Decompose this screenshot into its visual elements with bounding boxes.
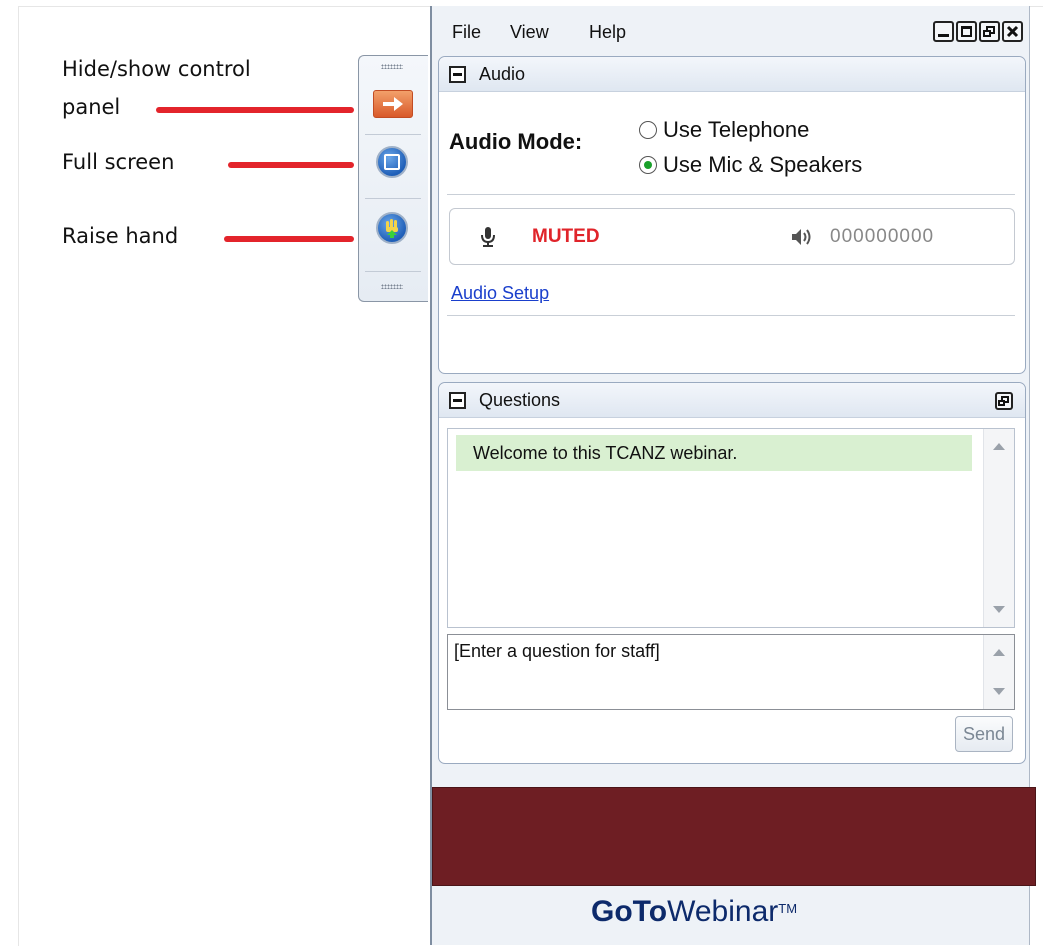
redacted-block (432, 787, 1036, 886)
scroll-down-icon[interactable] (993, 606, 1005, 613)
annotation-pointer-line (224, 236, 354, 242)
scroll-up-icon[interactable] (993, 443, 1005, 450)
logo-goto: GoTo (591, 895, 668, 928)
maximize-icon[interactable] (956, 21, 977, 42)
list-item: Welcome to this TCANZ webinar. (456, 435, 972, 471)
divider (365, 271, 421, 272)
annotation-hide-show-line1: Hide/show control (62, 57, 251, 81)
divider (447, 315, 1015, 316)
questions-panel-header: Questions (439, 383, 1025, 418)
menu-bar: File View Help (432, 6, 1029, 56)
questions-log[interactable]: Welcome to this TCANZ webinar. (447, 428, 1015, 628)
divider (365, 198, 421, 199)
menu-file[interactable]: File (452, 22, 481, 43)
use-telephone-label: Use Telephone (663, 117, 810, 142)
menu-view[interactable]: View (510, 22, 549, 43)
send-button[interactable]: Send (955, 716, 1013, 752)
use-telephone-radio[interactable]: Use Telephone (639, 117, 809, 143)
menu-help[interactable]: Help (589, 22, 626, 43)
raise-hand-icon (376, 212, 408, 244)
divider (365, 134, 421, 135)
popout-icon[interactable] (979, 21, 1000, 42)
logo-tm: TM (778, 901, 798, 916)
annotation-raise-hand: Raise hand (62, 224, 179, 248)
annotation-full-screen: Full screen (62, 150, 175, 174)
questions-panel: Questions Welcome to this TCANZ webinar.… (438, 382, 1026, 764)
use-mic-speakers-radio[interactable]: Use Mic & Speakers (639, 152, 862, 178)
raise-hand-button[interactable] (365, 206, 419, 250)
question-input-box (447, 634, 1015, 710)
radio-unselected-icon (639, 121, 657, 139)
full-screen-icon (376, 146, 408, 178)
collapse-icon[interactable] (449, 392, 466, 409)
use-mic-speakers-label: Use Mic & Speakers (663, 152, 863, 177)
full-screen-button[interactable] (365, 140, 419, 184)
scrollbar[interactable] (983, 635, 1014, 709)
speaker-icon[interactable] (790, 227, 814, 247)
hide-show-panel-button[interactable] (365, 82, 423, 126)
question-input[interactable] (448, 635, 984, 709)
window-controls (933, 21, 1023, 42)
minimize-icon[interactable] (933, 21, 954, 42)
mute-status: MUTED (532, 226, 600, 247)
scroll-up-icon[interactable] (993, 649, 1005, 656)
annotation-hide-show-line2: panel (62, 95, 121, 119)
close-icon[interactable] (1002, 21, 1023, 42)
audio-panel-header: Audio (439, 57, 1025, 92)
audio-setup-link[interactable]: Audio Setup (451, 283, 549, 304)
annotation-pointer-line (156, 107, 354, 113)
questions-panel-title: Questions (479, 390, 561, 410)
audio-panel: Audio Audio Mode: Use Telephone Use Mic … (438, 56, 1026, 374)
popout-icon[interactable] (995, 392, 1013, 410)
drag-grip-bottom[interactable] (381, 284, 403, 289)
microphone-icon[interactable] (480, 226, 496, 248)
logo-webinar: Webinar (667, 895, 779, 928)
divider (447, 194, 1015, 195)
drag-grip-top[interactable] (381, 64, 403, 69)
audio-mode-label: Audio Mode: (449, 129, 583, 154)
radio-selected-icon (639, 156, 657, 174)
audio-level-digits: 000000000 (830, 226, 935, 247)
control-strip (358, 55, 428, 302)
audio-panel-title: Audio (479, 64, 526, 84)
annotation-pointer-line (228, 162, 354, 168)
audio-status-box: MUTED 000000000 (449, 208, 1015, 265)
gotowebinar-logo: GoToWebinarTM (591, 895, 797, 929)
scroll-down-icon[interactable] (993, 688, 1005, 695)
scrollbar[interactable] (983, 429, 1014, 627)
arrow-right-icon (373, 90, 413, 118)
collapse-icon[interactable] (449, 66, 466, 83)
